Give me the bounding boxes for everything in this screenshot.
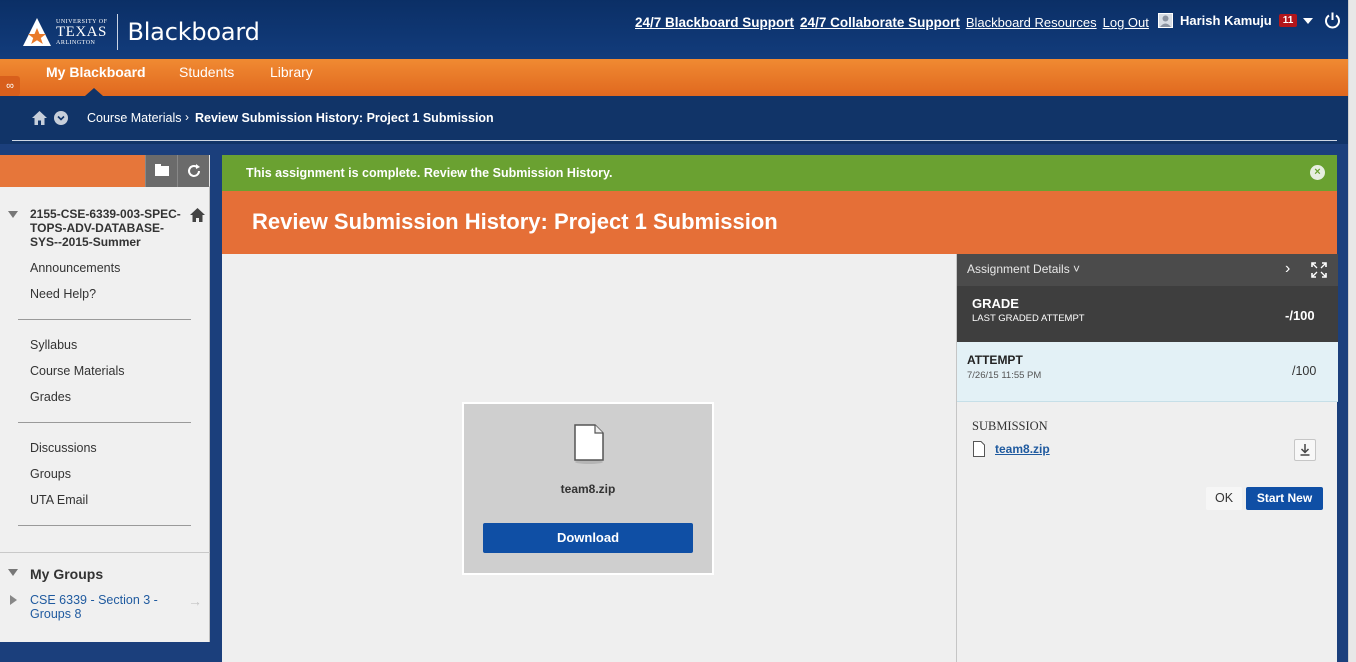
document-icon xyxy=(574,424,604,464)
file-icon xyxy=(973,441,985,457)
close-icon[interactable]: × xyxy=(1310,165,1325,180)
page-scrollbar[interactable] xyxy=(1348,0,1356,662)
collapse-panel-chevron-right-icon[interactable]: › xyxy=(1285,260,1290,278)
content-area: This assignment is complete. Review the … xyxy=(222,155,1338,662)
user-menu[interactable]: Harish Kamuju 11 xyxy=(1158,13,1314,28)
collapse-triangle-icon[interactable] xyxy=(8,211,18,219)
blackboard-resources-link[interactable]: Blackboard Resources xyxy=(966,15,1097,30)
menu-course-materials[interactable]: Course Materials xyxy=(30,364,124,378)
logo-texas: TEXAS xyxy=(56,23,107,40)
attempt-score: /100 xyxy=(1292,364,1317,378)
attempt-date: 7/26/15 11:55 PM xyxy=(967,370,1042,381)
grade-sublabel: LAST GRADED ATTEMPT xyxy=(972,313,1085,324)
attempt-label: ATTEMPT xyxy=(967,353,1023,367)
user-name[interactable]: Harish Kamuju xyxy=(1180,13,1272,28)
page-title: Review Submission History: Project 1 Sub… xyxy=(252,209,778,234)
logout-link[interactable]: Log Out xyxy=(1103,15,1149,30)
tab-library[interactable]: Library xyxy=(270,64,313,80)
grade-summary: GRADE LAST GRADED ATTEMPT -/100 xyxy=(957,286,1338,342)
menu-uta-email[interactable]: UTA Email xyxy=(30,493,88,507)
group-link[interactable]: CSE 6339 - Section 3 - Groups 8 xyxy=(30,593,170,621)
collaborate-support-link[interactable]: 24/7 Collaborate Support xyxy=(800,15,960,30)
user-menu-chevron-down-icon[interactable] xyxy=(1303,17,1314,24)
uta-star-logo-icon xyxy=(23,18,51,46)
folder-icon xyxy=(155,164,169,176)
breadcrumb-menu-chevron-down-icon[interactable] xyxy=(54,111,68,125)
fullscreen-icon[interactable] xyxy=(1311,262,1327,278)
course-menu-toolbar xyxy=(0,155,210,187)
uta-wordmark: UNIVERSITY OF TEXAS ARLINGTON xyxy=(56,19,107,46)
menu-divider xyxy=(18,319,191,320)
download-button[interactable]: Download xyxy=(483,523,693,553)
notification-badge[interactable]: 11 xyxy=(1278,14,1298,27)
assignment-details-title[interactable]: Assignment Details ˅ xyxy=(967,262,1080,276)
avatar-icon xyxy=(1158,13,1173,28)
main-navigation: ∞ My Blackboard Students Library xyxy=(0,59,1356,96)
breadcrumb: Course Materials › Review Submission His… xyxy=(0,96,1356,144)
assignment-details-header[interactable]: Assignment Details ˅ › xyxy=(957,254,1338,286)
app-name: Blackboard xyxy=(127,18,260,46)
start-new-button[interactable]: Start New xyxy=(1246,487,1323,510)
link-icon[interactable]: ∞ xyxy=(0,76,20,96)
header-links: 24/7 Blackboard Support 24/7 Collaborate… xyxy=(635,15,1149,30)
tab-my-blackboard[interactable]: My Blackboard xyxy=(46,64,146,80)
menu-announcements[interactable]: Announcements xyxy=(30,261,120,275)
refresh-button[interactable] xyxy=(177,155,209,187)
menu-need-help[interactable]: Need Help? xyxy=(30,287,96,301)
power-icon[interactable] xyxy=(1324,12,1341,29)
banner-message: This assignment is complete. Review the … xyxy=(246,166,613,180)
home-icon[interactable] xyxy=(31,110,48,126)
menu-grades[interactable]: Grades xyxy=(30,390,71,404)
logo-divider xyxy=(117,14,119,50)
download-icon xyxy=(1300,444,1310,456)
assignment-details-panel: Assignment Details ˅ › GRADE LAST GRADED… xyxy=(956,254,1338,662)
active-tab-pointer xyxy=(85,88,103,96)
menu-divider xyxy=(18,525,191,526)
completion-banner: This assignment is complete. Review the … xyxy=(222,155,1337,191)
my-groups-title[interactable]: My Groups xyxy=(30,566,103,582)
my-groups-collapse-icon[interactable] xyxy=(8,569,18,577)
menu-discussions[interactable]: Discussions xyxy=(30,441,97,455)
tab-students[interactable]: Students xyxy=(179,64,234,80)
breadcrumb-current: Review Submission History: Project 1 Sub… xyxy=(195,111,494,125)
logo-arlington: ARLINGTON xyxy=(56,39,96,46)
breadcrumb-separator-icon: › xyxy=(185,110,189,124)
top-header: UNIVERSITY OF TEXAS ARLINGTON Blackboard… xyxy=(0,0,1356,59)
course-title[interactable]: 2155-CSE-6339-003-SPEC-TOPS-ADV-DATABASE… xyxy=(30,207,188,249)
attempt-row[interactable]: ATTEMPT 7/26/15 11:55 PM /100 xyxy=(957,342,1338,402)
course-menu: 2155-CSE-6339-003-SPEC-TOPS-ADV-DATABASE… xyxy=(0,155,210,642)
menu-groups[interactable]: Groups xyxy=(30,467,71,481)
blackboard-support-link[interactable]: 24/7 Blackboard Support xyxy=(635,15,794,30)
menu-divider xyxy=(18,422,191,423)
group-arrow-icon[interactable]: → xyxy=(188,593,202,609)
submission-file-link[interactable]: team8.zip xyxy=(995,442,1050,456)
course-home-icon[interactable] xyxy=(190,208,205,222)
refresh-icon xyxy=(188,164,200,177)
page-title-bar: Review Submission History: Project 1 Sub… xyxy=(222,191,1337,254)
expand-triangle-icon[interactable] xyxy=(10,595,17,605)
ok-button[interactable]: OK xyxy=(1206,487,1242,510)
submission-heading: SUBMISSION xyxy=(972,419,1048,433)
my-groups-separator xyxy=(0,552,210,553)
folder-view-button[interactable] xyxy=(145,155,177,187)
breadcrumb-divider xyxy=(12,140,1337,141)
grade-label: GRADE xyxy=(972,296,1019,311)
file-preview-card: team8.zip Download xyxy=(462,402,714,575)
uta-blackboard-logo[interactable]: UNIVERSITY OF TEXAS ARLINGTON Blackboard xyxy=(22,14,260,50)
breadcrumb-course-materials[interactable]: Course Materials xyxy=(87,111,181,125)
file-name: team8.zip xyxy=(560,482,616,496)
menu-syllabus[interactable]: Syllabus xyxy=(30,338,77,352)
grade-value: -/100 xyxy=(1285,308,1315,323)
course-menu-header xyxy=(0,155,145,187)
download-file-button[interactable] xyxy=(1294,439,1316,461)
